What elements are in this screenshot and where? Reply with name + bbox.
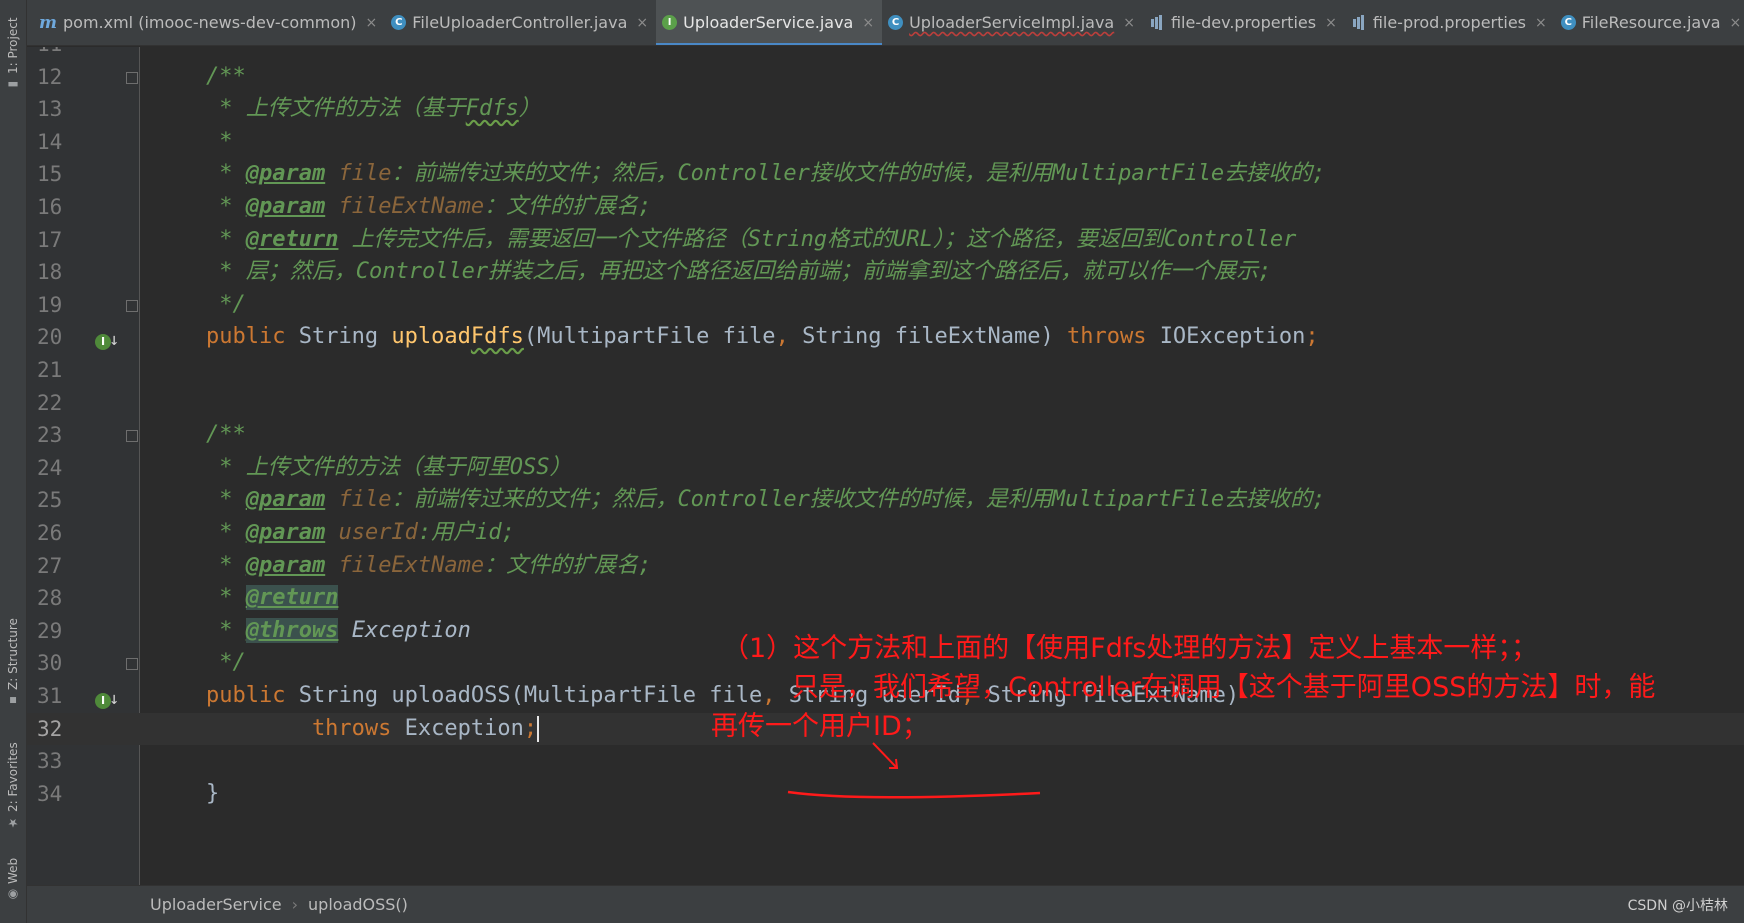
breadcrumb: UploaderService › uploadOSS() bbox=[27, 885, 1744, 923]
breadcrumb-item[interactable]: uploadOSS() bbox=[308, 895, 408, 914]
annotation-underline bbox=[787, 790, 1041, 799]
breadcrumb-separator: › bbox=[291, 895, 299, 914]
annotation-marks bbox=[787, 742, 1041, 799]
watermark: CSDN @小桔林 bbox=[1627, 898, 1728, 914]
annotation-arrow bbox=[872, 742, 898, 769]
breadcrumb-item[interactable]: UploaderService bbox=[150, 895, 282, 914]
